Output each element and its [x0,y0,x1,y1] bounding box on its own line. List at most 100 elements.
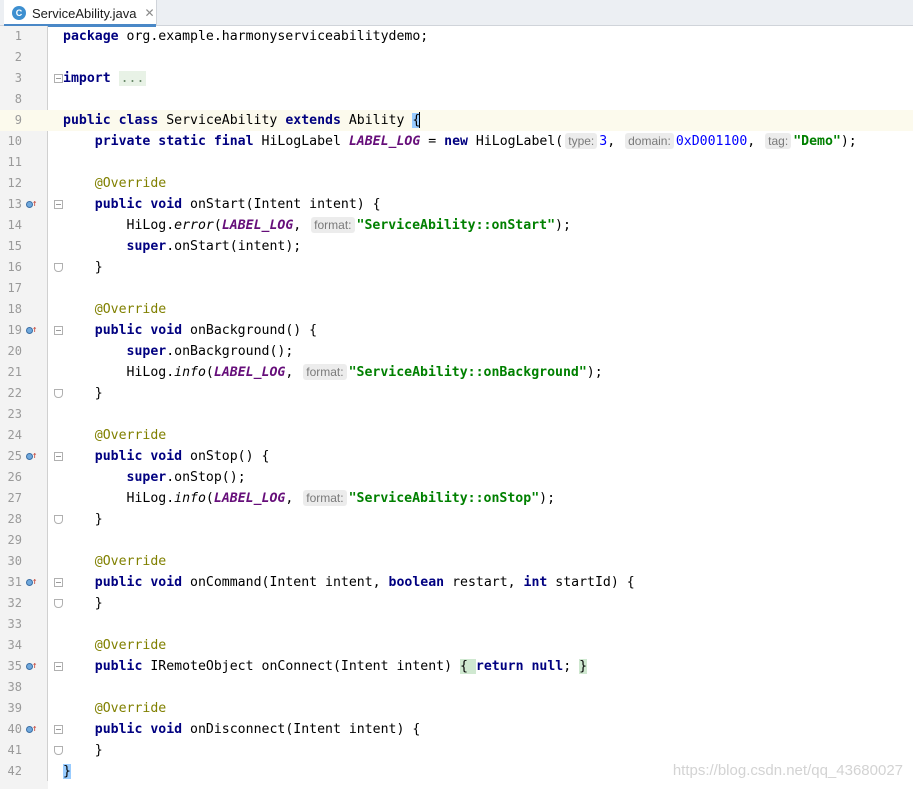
code-line[interactable]: 41 } [0,740,913,761]
code-token: } [63,260,103,275]
code-token: private static final [94,134,254,149]
code-line[interactable]: 27 HiLog.info(LABEL_LOG, format: "Service… [0,488,913,509]
code-token: public void [94,575,183,590]
code-line[interactable]: 19 ↑ public void onBackground() { [0,320,913,341]
code-text: @Override [63,635,166,656]
code-line[interactable]: 10 private static final HiLogLabel LABEL… [0,131,913,152]
code-line[interactable]: 18 @Override [0,299,913,320]
fold-toggle-icon[interactable] [54,578,63,587]
code-line[interactable]: 3 import ... [0,68,913,89]
fold-toggle-icon[interactable] [54,326,63,335]
fold-toggle-icon[interactable] [54,200,63,209]
code-line[interactable]: 22 } [0,383,913,404]
code-token: .onBackground(); [166,344,294,359]
code-line[interactable]: 32 } [0,593,913,614]
code-line[interactable]: 25 ↑ public void onStop() { [0,446,913,467]
override-method-icon[interactable]: ↑ [26,661,38,672]
tab-serviceability-java[interactable]: C ServiceAbility.java ✕ [4,0,157,27]
code-text: HiLog.info(LABEL_LOG, format: "ServiceAbi… [63,488,555,509]
code-line[interactable]: 2 [0,47,913,68]
code-token: 0xD001100 [675,134,748,149]
code-token: LABEL_LOG [213,491,286,506]
code-line[interactable]: 9 public class ServiceAbility extends Abi… [0,110,913,131]
fold-toggle-icon[interactable] [54,263,63,272]
override-method-icon[interactable]: ↑ [26,325,38,336]
code-line[interactable]: 12 @Override [0,173,913,194]
code-token: boolean [388,575,445,590]
fold-toggle-icon[interactable] [54,515,63,524]
code-line[interactable]: 40 ↑ public void onDisconnect(Intent inte… [0,719,913,740]
override-method-icon[interactable]: ↑ [26,724,38,735]
code-line[interactable]: 17 [0,278,913,299]
fold-toggle-icon[interactable] [54,746,63,755]
code-line[interactable]: 8 [0,89,913,110]
line-number: 27 [7,491,22,505]
code-line[interactable]: 39 @Override [0,698,913,719]
override-method-icon[interactable]: ↑ [26,451,38,462]
code-token: .onStart(intent); [166,239,302,254]
code-token: ServiceAbility [158,113,286,128]
code-text: HiLog.error(LABEL_LOG, format: "ServiceAb… [63,215,571,236]
fold-toggle-icon[interactable] [54,452,63,461]
fold-toggle-icon[interactable] [54,389,63,398]
code-line[interactable]: 23 [0,404,913,425]
code-token: @Override [94,701,167,716]
line-number: 18 [7,302,22,316]
fold-toggle-icon[interactable] [54,74,63,83]
line-number: 33 [7,617,22,631]
fold-toggle-icon[interactable] [54,662,63,671]
fold-toggle-icon[interactable] [54,725,63,734]
code-line[interactable]: 30 @Override [0,551,913,572]
code-token: HiLogLabel( [467,134,564,149]
line-number: 24 [7,428,22,442]
code-line[interactable]: 20 super.onBackground(); [0,341,913,362]
code-token: ( [205,365,214,380]
code-line[interactable]: 34 @Override [0,635,913,656]
code-line[interactable]: 31 ↑ public void onCommand(Intent intent,… [0,572,913,593]
code-token: public class [63,113,159,128]
line-number: 30 [7,554,22,568]
close-icon[interactable]: ✕ [145,6,155,20]
code-line[interactable]: 21 HiLog.info(LABEL_LOG, format: "Service… [0,362,913,383]
code-line[interactable]: 1 package org.example.harmonyserviceabili… [0,26,913,47]
code-token: int [523,575,548,590]
line-number: 13 [7,197,22,211]
code-text: public void onCommand(Intent intent, boo… [63,572,635,593]
code-token: , [285,365,302,380]
code-line[interactable]: 24 @Override [0,425,913,446]
override-method-icon[interactable]: ↑ [26,577,38,588]
code-token: IRemoteObject onConnect(Intent intent) [142,659,460,674]
line-number: 32 [7,596,22,610]
code-line[interactable]: 14 HiLog.error(LABEL_LOG, format: "Servic… [0,215,913,236]
tab-filename: ServiceAbility.java [32,5,137,21]
code-token: package [63,29,119,44]
line-number: 28 [7,512,22,526]
parameter-hint: format: [303,490,347,506]
code-line[interactable]: 15 super.onStart(intent); [0,236,913,257]
code-token: } [63,743,103,758]
code-line[interactable]: 13 ↑ public void onStart(Intent intent) { [0,194,913,215]
override-method-icon[interactable]: ↑ [26,199,38,210]
code-token: HiLogLabel [253,134,349,149]
code-token: ); [840,134,857,149]
code-token: @Override [94,638,167,653]
code-line[interactable]: 11 [0,152,913,173]
code-line[interactable]: 35 ↑ public IRemoteObject onConnect(Inten… [0,656,913,677]
fold-toggle-icon[interactable] [54,599,63,608]
code-line[interactable]: 33 [0,614,913,635]
code-line[interactable]: 16 } [0,257,913,278]
line-number: 29 [7,533,22,547]
code-token: } [63,764,71,779]
code-line[interactable]: 26 super.onStop(); [0,467,913,488]
code-editor[interactable]: 1 package org.example.harmonyserviceabili… [0,26,913,789]
code-line[interactable]: 28 } [0,509,913,530]
code-line[interactable]: 29 [0,530,913,551]
code-token: HiLog. [63,218,175,233]
watermark: https://blog.csdn.net/qq_43680027 [672,762,903,779]
code-line[interactable]: 38 [0,677,913,698]
